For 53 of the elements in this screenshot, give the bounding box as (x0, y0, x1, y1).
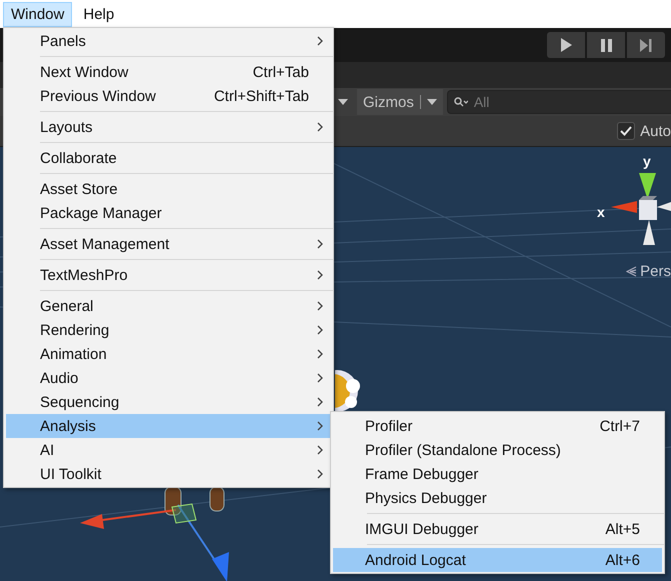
play-icon (560, 38, 572, 52)
checkbox[interactable] (617, 122, 636, 140)
menu-item[interactable]: Previous Window Ctrl+Shift+Tab (6, 84, 331, 108)
search-icon (454, 97, 468, 107)
menu-item[interactable]: Analysis (6, 414, 331, 438)
menu-item[interactable]: AI (6, 438, 331, 462)
menu-bar-item[interactable]: Window (3, 2, 72, 26)
chevron-right-icon (317, 36, 323, 46)
pause-icon (600, 38, 612, 52)
menu-item[interactable]: Rendering (6, 318, 331, 342)
caret-down-icon (426, 99, 437, 105)
menu-item[interactable]: Physics Debugger (333, 486, 662, 510)
chevron-right-icon (317, 239, 323, 249)
menu-item[interactable]: Asset Management (6, 232, 331, 256)
menu-item[interactable]: UI Toolkit (6, 462, 331, 486)
axis-label: y (643, 153, 651, 169)
orientation-gizmo-icon[interactable] (611, 173, 671, 245)
menu-item[interactable]: Android Logcat Alt+6 (333, 548, 662, 572)
chevron-right-icon (317, 301, 323, 311)
gizmos-button[interactable]: Gizmos (357, 89, 443, 115)
chevron-right-icon (317, 325, 323, 335)
search-field[interactable]: All (446, 90, 671, 114)
step-icon (640, 38, 652, 52)
menu-item[interactable]: TextMeshPro (6, 263, 331, 287)
play-button[interactable] (547, 32, 585, 58)
chevron-right-icon (317, 469, 323, 479)
chevron-right-icon (317, 349, 323, 359)
menu-item[interactable]: Audio (6, 366, 331, 390)
chevron-right-icon (317, 397, 323, 407)
menu-item[interactable]: Layouts (6, 115, 331, 139)
axis-label: x (597, 204, 605, 220)
menu-item[interactable]: Animation (6, 342, 331, 366)
menu-item[interactable]: Sequencing (6, 390, 331, 414)
chevron-right-icon (317, 373, 323, 383)
chevron-right-icon (317, 445, 323, 455)
menu-item[interactable]: Profiler (Standalone Process) (333, 438, 662, 462)
caret-down-icon (338, 99, 348, 105)
chevron-right-icon (317, 122, 323, 132)
chevron-left-icon (626, 266, 638, 277)
chevron-right-icon (317, 421, 323, 431)
menu-item[interactable]: General (6, 294, 331, 318)
menu-item[interactable]: Profiler Ctrl+7 (333, 414, 662, 438)
pause-button[interactable] (587, 32, 625, 58)
menu-item[interactable]: Asset Store (6, 177, 331, 201)
menu-item[interactable]: Collaborate (6, 146, 331, 170)
chevron-right-icon (317, 270, 323, 280)
menu-bar-item[interactable]: Help (75, 2, 122, 26)
checkbox-label: Auto (640, 122, 671, 140)
step-button[interactable] (627, 32, 665, 58)
menu-item[interactable]: Package Manager (6, 201, 331, 225)
projection-label[interactable]: Pers (640, 263, 671, 280)
menu-item[interactable]: Frame Debugger (333, 462, 662, 486)
menu-item[interactable]: IMGUI Debugger Alt+5 (333, 517, 662, 541)
